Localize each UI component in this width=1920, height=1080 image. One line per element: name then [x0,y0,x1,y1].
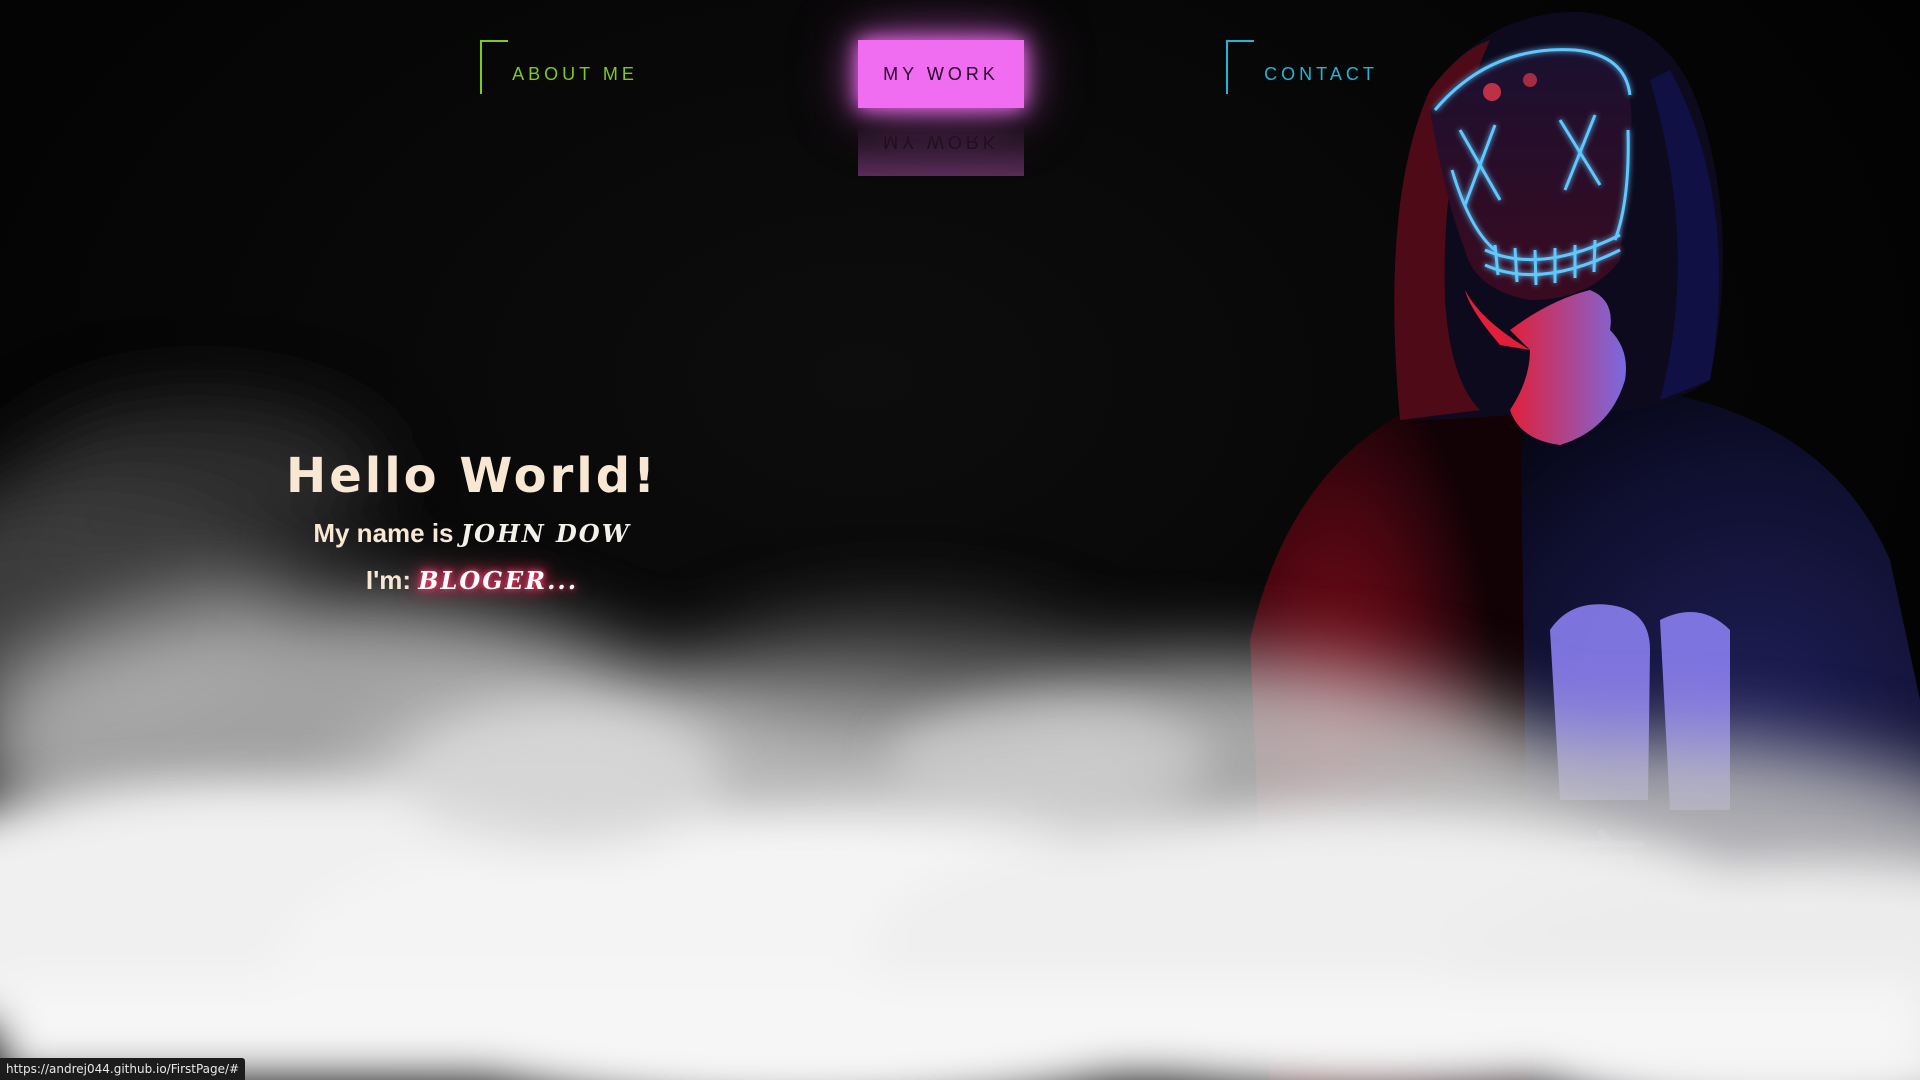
nav-contact-link[interactable]: CONTACT [1226,40,1396,108]
hooded-figure-image: 京 [1250,11,1920,1080]
hero-title: Hello World! [286,448,658,504]
nav-about-me-link[interactable]: ABOUT ME [480,40,650,108]
nav-my-work-reflection-label: MY WORK [883,132,999,153]
nav-about-me-label: ABOUT ME [512,63,638,84]
page-background: 京 ABOUT ME MY WORK MY WORK CONTACT Hello… [0,0,1920,1080]
hero-name-prefix: My name is [313,518,461,548]
nav-corner-accent [1226,40,1254,94]
hero-name-line: My name is JOHN DOW [272,518,672,549]
nav-my-work-reflection: MY WORK [858,108,1024,176]
hero-role-line: I'm: BLOGER... [272,565,672,596]
hero-role-prefix: I'm: [365,565,419,595]
status-bar-url: https://andrej044.github.io/FirstPage/# [0,1058,246,1080]
hero-name: JOHN DOW [460,519,631,548]
nav-my-work-label: MY WORK [883,63,999,84]
hero-role: BLOGER... [418,566,579,595]
nav-my-work-button[interactable]: MY WORK [858,40,1024,108]
svg-text:京: 京 [1560,822,1650,927]
nav-corner-accent [480,40,508,94]
hero-section: Hello World! My name is JOHN DOW I'm: BL… [272,448,672,596]
nav-contact-label: CONTACT [1264,63,1378,84]
